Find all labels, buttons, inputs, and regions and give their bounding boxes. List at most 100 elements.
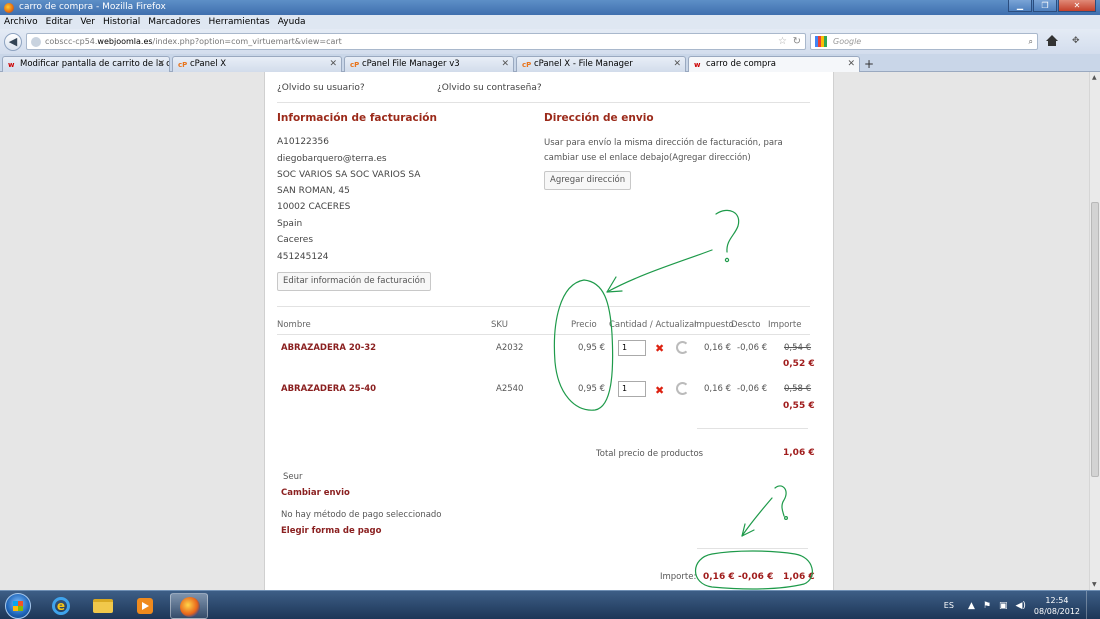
tab-close-icon[interactable]: ✕ <box>673 57 681 71</box>
col-header-price: Precio <box>571 320 597 330</box>
flag-icon[interactable]: ⚑ <box>983 601 991 611</box>
language-indicator[interactable]: ES <box>944 601 954 610</box>
taskbar-explorer[interactable] <box>84 593 122 619</box>
quantity-input[interactable]: 1 <box>618 381 646 397</box>
tab-favicon-icon: w <box>8 61 15 69</box>
bookmark-star-icon[interactable]: ☆ <box>778 36 787 47</box>
window-controls: ▁ ❐ ✕ <box>1008 0 1096 12</box>
billing-line: SOC VARIOS SA SOC VARIOS SA <box>277 170 421 180</box>
divider <box>697 548 808 549</box>
change-shipping-link[interactable]: Cambiar envio <box>281 488 350 498</box>
new-tab-button[interactable]: + <box>861 57 877 72</box>
delete-icon[interactable]: ✖ <box>655 342 664 355</box>
col-header-amount: Importe <box>768 320 802 330</box>
products-total-label: Total precio de productos <box>596 449 704 459</box>
menu-ayuda[interactable]: Ayuda <box>278 17 306 27</box>
taskbar-firefox[interactable] <box>170 593 208 619</box>
maximize-button[interactable]: ❐ <box>1033 0 1057 12</box>
search-icon[interactable]: ⌕ <box>1029 37 1033 47</box>
billing-line: 10002 CACERES <box>277 202 351 212</box>
scroll-down-arrow-icon[interactable]: ▼ <box>1092 581 1097 588</box>
tab-carro-de-compra[interactable]: w carro de compra ✕ <box>688 56 860 73</box>
tab-close-icon[interactable]: ✕ <box>329 57 337 71</box>
scroll-up-arrow-icon[interactable]: ▲ <box>1092 74 1097 81</box>
windows-taskbar: e ES ▲ ⚑ ▣ ◀) 12:54 08/08/2012 <box>0 590 1100 619</box>
back-arrow-icon: ◀ <box>8 35 18 48</box>
summary-label: Importe: <box>660 572 697 582</box>
product-tax: 0,16 € <box>704 384 732 394</box>
choose-payment-link[interactable]: Elegir forma de pago <box>281 526 381 536</box>
search-bar[interactable]: Google ⌕ <box>810 33 1038 50</box>
menu-historial[interactable]: Historial <box>103 17 140 27</box>
site-identity-icon[interactable] <box>31 36 41 47</box>
divider <box>277 306 810 307</box>
product-price: 0,95 € <box>578 384 606 394</box>
update-icon[interactable] <box>676 382 689 395</box>
addon-icon[interactable]: ✥ <box>1072 36 1084 46</box>
tab-cpanel-x-file-manager[interactable]: cP cPanel X - File Manager ✕ <box>516 56 686 72</box>
update-icon[interactable] <box>676 341 689 354</box>
forgot-password-link[interactable]: ¿Olvido su contraseña? <box>437 83 542 93</box>
product-old-amount: 0,54 € <box>784 343 812 353</box>
no-payment-text: No hay método de pago seleccionado <box>281 510 442 520</box>
show-hidden-icons-icon[interactable]: ▲ <box>968 601 975 611</box>
menu-marcadores[interactable]: Marcadores <box>148 17 200 27</box>
col-header-discount: Descto <box>731 320 761 330</box>
forgot-username-link[interactable]: ¿Olvido su usuario? <box>277 83 365 93</box>
internet-explorer-icon: e <box>52 597 70 615</box>
taskbar-media-player[interactable] <box>126 593 164 619</box>
billing-line: A10122356 <box>277 137 329 147</box>
menu-bar: Archivo Editar Ver Historial Marcadores … <box>0 15 1100 29</box>
page-viewport: ¿Olvido su usuario? ¿Olvido su contraseñ… <box>0 72 1089 590</box>
product-name-link[interactable]: ABRAZADERA 25-40 <box>281 384 376 394</box>
product-amount: 0,52 € <box>783 359 815 369</box>
menu-herramientas[interactable]: Herramientas <box>208 17 269 27</box>
quantity-input[interactable]: 1 <box>618 340 646 356</box>
window-titlebar: carro de compra - Mozilla Firefox ▁ ❐ ✕ <box>0 0 1100 15</box>
vertical-scrollbar[interactable]: ▲ ▼ <box>1089 72 1100 590</box>
google-icon[interactable] <box>815 36 827 47</box>
home-icon[interactable] <box>1046 35 1058 47</box>
volume-icon[interactable]: ◀) <box>1015 601 1025 611</box>
clock[interactable]: 12:54 08/08/2012 <box>1034 595 1080 617</box>
menu-editar[interactable]: Editar <box>46 17 73 27</box>
back-button[interactable]: ◀ <box>4 32 22 51</box>
minimize-button[interactable]: ▁ <box>1008 0 1032 12</box>
col-header-sku: SKU <box>491 320 508 330</box>
add-address-button[interactable]: Agregar dirección <box>544 171 632 190</box>
delete-icon[interactable]: ✖ <box>655 384 664 397</box>
reload-icon[interactable]: ↻ <box>793 36 801 47</box>
cpanel-icon: cP <box>178 61 188 69</box>
product-discount: -0,06 € <box>737 343 768 353</box>
divider <box>697 428 808 429</box>
divider <box>277 334 810 335</box>
navigation-toolbar: ◀ cobscc-cp54. webjoomla.es/index.php?opt… <box>0 29 1100 54</box>
product-name-link[interactable]: ABRAZADERA 20-32 <box>281 343 376 353</box>
tab-close-icon[interactable]: ✕ <box>157 57 165 71</box>
taskbar-ie[interactable]: e <box>42 593 80 619</box>
firefox-icon <box>4 2 14 13</box>
tab-modificar-pantalla[interactable]: w Modificar pantalla de carrito de la co.… <box>2 56 170 72</box>
tab-cpanel-x[interactable]: cP cPanel X ✕ <box>172 56 342 72</box>
network-icon[interactable]: ▣ <box>999 601 1008 611</box>
billing-line: 451245124 <box>277 252 329 262</box>
show-desktop-button[interactable] <box>1086 591 1096 619</box>
tab-cpanel-file-manager-v3[interactable]: cP cPanel File Manager v3 ✕ <box>344 56 514 72</box>
menu-archivo[interactable]: Archivo <box>4 17 38 27</box>
edit-billing-button[interactable]: Editar información de facturación <box>277 272 432 291</box>
menu-ver[interactable]: Ver <box>80 17 95 27</box>
close-window-button[interactable]: ✕ <box>1058 0 1096 12</box>
tab-close-icon[interactable]: ✕ <box>501 57 509 71</box>
divider <box>277 102 810 103</box>
col-header-qty: Cantidad / Actualizar <box>609 320 698 330</box>
start-button[interactable] <box>5 593 31 619</box>
url-bar[interactable]: cobscc-cp54. webjoomla.es/index.php?optio… <box>26 33 806 50</box>
tab-label: carro de compra <box>706 59 777 69</box>
search-placeholder: Google <box>833 37 862 46</box>
tab-close-icon[interactable]: ✕ <box>847 57 855 71</box>
products-total-value: 1,06 € <box>783 448 815 458</box>
url-path: /index.php?option=com_virtuemart&view=ca… <box>152 37 342 46</box>
scrollbar-thumb[interactable] <box>1091 202 1099 477</box>
summary-tax: 0,16 € <box>703 572 735 582</box>
product-sku: A2032 <box>496 343 524 353</box>
